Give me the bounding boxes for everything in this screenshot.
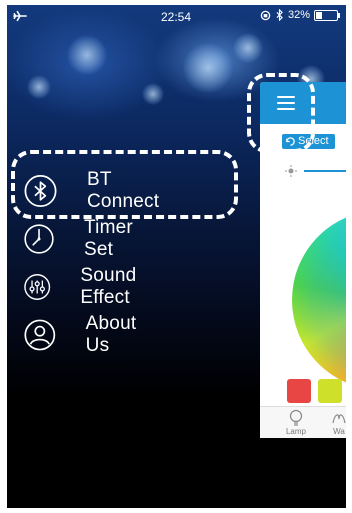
- bt-connect-highlight-outline: [11, 150, 238, 219]
- color-swatch[interactable]: [318, 379, 342, 403]
- orientation-lock-icon: [260, 10, 271, 20]
- phone-screen: 22:54 32% BT Connect Timer Set Sound Eff…: [7, 5, 346, 508]
- bluetooth-status-icon: [276, 9, 283, 21]
- status-bar: 22:54 32%: [7, 5, 346, 27]
- color-wheel[interactable]: [292, 210, 346, 390]
- bokeh-light: [183, 43, 233, 93]
- status-right: 32%: [260, 9, 340, 21]
- color-swatch[interactable]: [287, 379, 311, 403]
- wave-icon: [332, 414, 346, 424]
- hamburger-highlight-outline: [247, 73, 315, 153]
- tab-lamp[interactable]: Lamp: [284, 409, 308, 436]
- bokeh-light: [233, 33, 263, 63]
- timer-icon: [24, 224, 54, 254]
- menu-item-label: Timer Set: [84, 217, 133, 260]
- bokeh-light: [27, 75, 51, 99]
- menu-item-timer-set[interactable]: Timer Set: [23, 217, 145, 261]
- tab-label: Wa: [333, 427, 345, 436]
- lamp-icon: [289, 409, 303, 426]
- tab-label: Lamp: [285, 427, 306, 436]
- brightness-icon: [285, 165, 297, 177]
- menu-item-label: Sound Effect: [80, 265, 137, 308]
- bottom-tab-bar: Lamp Wa: [260, 406, 346, 438]
- menu-item-sound-effect[interactable]: Sound Effect: [23, 265, 152, 309]
- battery-icon: [314, 9, 340, 21]
- airplane-icon: [13, 10, 27, 22]
- menu-item-label: About Us: [85, 313, 137, 356]
- brightness-slider[interactable]: [304, 170, 346, 172]
- bokeh-light: [67, 35, 107, 75]
- tab-wave[interactable]: Wa: [324, 409, 346, 436]
- user-icon: [24, 319, 56, 351]
- bokeh-light: [142, 83, 164, 105]
- battery-fill: [316, 11, 322, 19]
- battery-percent: 32%: [287, 9, 310, 21]
- menu-item-about-us[interactable]: About Us: [23, 313, 147, 357]
- equalizer-icon: [24, 274, 51, 300]
- status-time: 22:54: [161, 10, 192, 24]
